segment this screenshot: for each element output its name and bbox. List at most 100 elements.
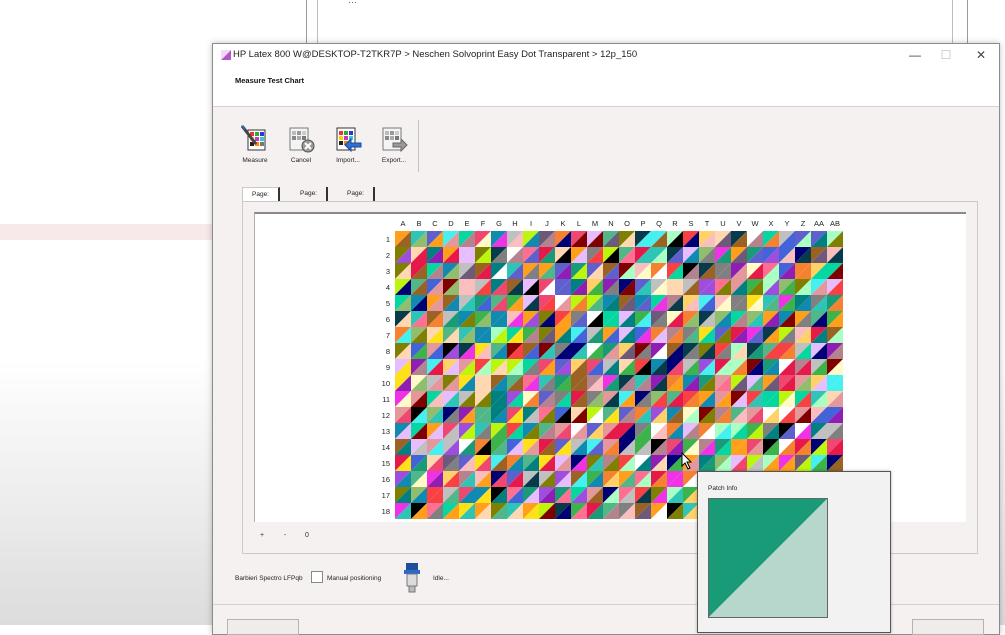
color-patch[interactable]	[395, 327, 411, 343]
color-patch[interactable]	[619, 231, 635, 247]
color-patch[interactable]	[603, 327, 619, 343]
color-patch[interactable]	[539, 455, 555, 471]
color-patch[interactable]	[683, 359, 699, 375]
color-patch[interactable]	[747, 231, 763, 247]
color-patch[interactable]	[475, 247, 491, 263]
color-patch[interactable]	[427, 471, 443, 487]
color-patch[interactable]	[555, 295, 571, 311]
color-patch[interactable]	[491, 263, 507, 279]
color-patch[interactable]	[459, 439, 475, 455]
color-patch[interactable]	[491, 423, 507, 439]
color-patch[interactable]	[651, 295, 667, 311]
color-patch[interactable]	[619, 503, 635, 519]
color-patch[interactable]	[443, 327, 459, 343]
color-patch[interactable]	[523, 423, 539, 439]
color-patch[interactable]	[619, 439, 635, 455]
color-patch[interactable]	[427, 359, 443, 375]
color-patch[interactable]	[587, 327, 603, 343]
color-patch[interactable]	[811, 343, 827, 359]
tab-page-2[interactable]: Page: 2	[291, 187, 328, 211]
color-patch[interactable]	[731, 263, 747, 279]
color-patch[interactable]	[763, 295, 779, 311]
color-patch[interactable]	[699, 247, 715, 263]
color-patch[interactable]	[427, 487, 443, 503]
color-patch[interactable]	[427, 295, 443, 311]
color-patch[interactable]	[587, 263, 603, 279]
color-patch[interactable]	[475, 279, 491, 295]
color-patch[interactable]	[635, 407, 651, 423]
color-patch[interactable]	[507, 391, 523, 407]
color-patch[interactable]	[587, 407, 603, 423]
color-patch[interactable]	[475, 311, 491, 327]
color-patch[interactable]	[443, 375, 459, 391]
color-patch[interactable]	[619, 247, 635, 263]
color-patch[interactable]	[731, 247, 747, 263]
color-patch[interactable]	[779, 263, 795, 279]
color-patch[interactable]	[539, 295, 555, 311]
color-patch[interactable]	[699, 231, 715, 247]
color-patch[interactable]	[555, 471, 571, 487]
color-patch[interactable]	[539, 471, 555, 487]
color-patch[interactable]	[779, 343, 795, 359]
manual-positioning-checkbox[interactable]	[311, 571, 323, 583]
color-patch[interactable]	[427, 327, 443, 343]
color-patch[interactable]	[715, 423, 731, 439]
color-patch[interactable]	[619, 279, 635, 295]
color-patch[interactable]	[667, 247, 683, 263]
color-patch[interactable]	[795, 455, 811, 471]
color-patch[interactable]	[651, 503, 667, 519]
color-patch[interactable]	[539, 407, 555, 423]
color-patch[interactable]	[459, 471, 475, 487]
color-patch[interactable]	[475, 471, 491, 487]
color-patch[interactable]	[411, 375, 427, 391]
color-patch[interactable]	[779, 279, 795, 295]
color-patch[interactable]	[763, 407, 779, 423]
color-patch[interactable]	[523, 247, 539, 263]
color-patch[interactable]	[795, 295, 811, 311]
color-patch[interactable]	[731, 455, 747, 471]
color-patch[interactable]	[747, 439, 763, 455]
color-patch[interactable]	[587, 311, 603, 327]
color-patch[interactable]	[539, 279, 555, 295]
color-patch[interactable]	[619, 391, 635, 407]
color-patch[interactable]	[427, 247, 443, 263]
color-patch[interactable]	[491, 279, 507, 295]
color-patch[interactable]	[715, 455, 731, 471]
color-patch[interactable]	[619, 375, 635, 391]
color-patch[interactable]	[587, 359, 603, 375]
color-patch[interactable]	[555, 279, 571, 295]
color-patch[interactable]	[827, 295, 843, 311]
color-patch[interactable]	[715, 391, 731, 407]
color-patch[interactable]	[587, 423, 603, 439]
color-patch[interactable]	[731, 359, 747, 375]
color-patch[interactable]	[523, 311, 539, 327]
color-patch[interactable]	[763, 391, 779, 407]
color-patch[interactable]	[491, 327, 507, 343]
color-patch[interactable]	[715, 327, 731, 343]
color-patch[interactable]	[619, 487, 635, 503]
color-patch[interactable]	[651, 407, 667, 423]
color-patch[interactable]	[619, 407, 635, 423]
color-patch[interactable]	[587, 487, 603, 503]
color-patch[interactable]	[459, 279, 475, 295]
color-patch[interactable]	[811, 327, 827, 343]
color-patch[interactable]	[523, 263, 539, 279]
color-patch[interactable]	[779, 407, 795, 423]
color-patch[interactable]	[571, 375, 587, 391]
color-patch[interactable]	[715, 359, 731, 375]
color-patch[interactable]	[555, 247, 571, 263]
color-patch[interactable]	[827, 391, 843, 407]
color-patch[interactable]	[811, 247, 827, 263]
color-patch[interactable]	[667, 311, 683, 327]
color-patch[interactable]	[747, 455, 763, 471]
color-patch[interactable]	[587, 343, 603, 359]
color-patch[interactable]	[459, 375, 475, 391]
color-patch[interactable]	[395, 439, 411, 455]
color-patch[interactable]	[763, 423, 779, 439]
maximize-button[interactable]: ☐	[931, 46, 961, 64]
color-patch[interactable]	[699, 327, 715, 343]
color-patch[interactable]	[731, 343, 747, 359]
color-patch[interactable]	[523, 279, 539, 295]
color-patch[interactable]	[731, 327, 747, 343]
color-patch[interactable]	[683, 279, 699, 295]
